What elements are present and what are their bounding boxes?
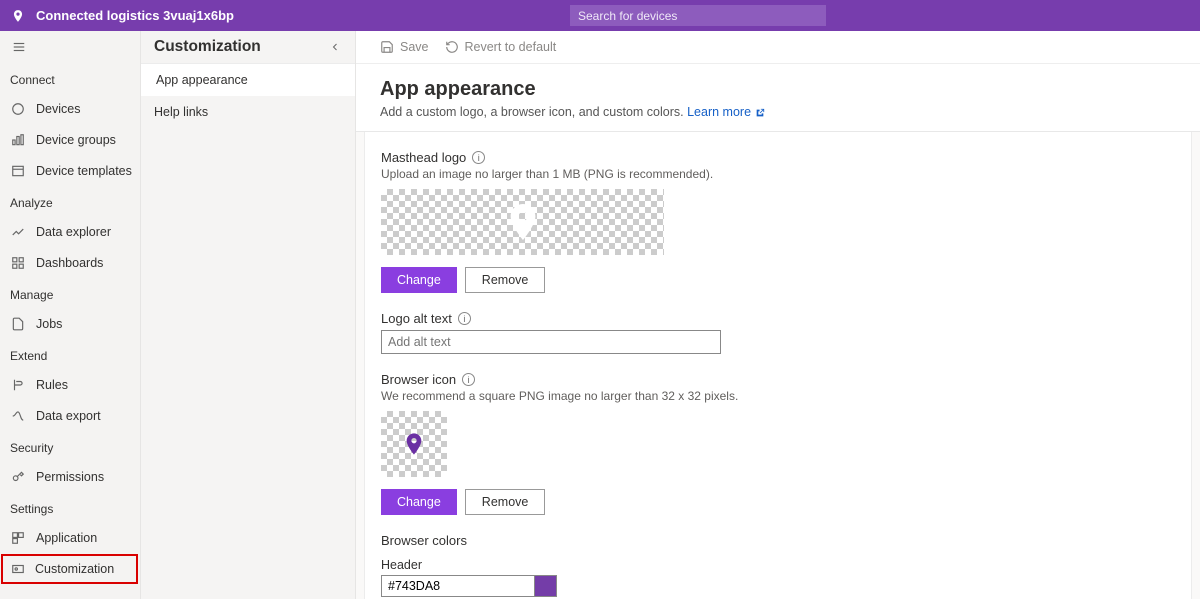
subnav-item-help-links[interactable]: Help links — [141, 96, 355, 128]
learn-more-label: Learn more — [687, 105, 751, 119]
browser-icon-hint: We recommend a square PNG image no large… — [381, 389, 1175, 403]
page-title: App appearance — [380, 78, 1176, 101]
search-wrap — [570, 5, 826, 26]
side-group-connect: Connect — [0, 63, 140, 93]
sidebar-item-devices[interactable]: Devices — [0, 93, 140, 124]
appearance-panel: Masthead logo i Upload an image no large… — [364, 131, 1192, 599]
sidebar-item-label: Application — [36, 531, 97, 545]
revert-icon — [445, 40, 459, 54]
app-location-icon — [8, 6, 28, 26]
learn-more-link[interactable]: Learn more — [687, 105, 764, 119]
masthead: Connected logistics 3vuaj1x6bp — [0, 0, 1200, 31]
data-export-icon — [10, 408, 26, 424]
device-groups-icon — [10, 132, 26, 148]
app-name: Connected logistics 3vuaj1x6bp — [36, 8, 234, 23]
side-group-settings: Settings — [0, 492, 140, 522]
sidebar-item-label: Jobs — [36, 317, 62, 331]
side-group-manage: Manage — [0, 278, 140, 308]
browser-icon-change-button[interactable]: Change — [381, 489, 457, 515]
browser-icon-remove-button[interactable]: Remove — [465, 489, 546, 515]
sidebar-item-device-templates[interactable]: Device templates — [0, 155, 140, 186]
masthead-remove-button[interactable]: Remove — [465, 267, 546, 293]
device-templates-icon — [10, 163, 26, 179]
devices-icon — [10, 101, 26, 117]
masthead-logo-preview — [381, 189, 664, 255]
header-color-label: Header — [381, 558, 1175, 572]
info-icon[interactable]: i — [462, 373, 475, 386]
info-icon[interactable]: i — [458, 312, 471, 325]
sidebar-item-label: Devices — [36, 102, 80, 116]
dashboards-icon — [10, 255, 26, 271]
sidebar-item-label: Data explorer — [36, 225, 111, 239]
masthead-logo-label: Masthead logo — [381, 150, 466, 165]
save-button[interactable]: Save — [380, 40, 429, 54]
browser-icon-label-row: Browser icon i — [381, 372, 1175, 387]
main: Save Revert to default App appearance Ad… — [356, 31, 1200, 599]
sidebar-item-label: Device groups — [36, 133, 116, 147]
revert-button[interactable]: Revert to default — [445, 40, 557, 54]
header-color-input[interactable] — [381, 575, 535, 597]
sidebar-item-dashboards[interactable]: Dashboards — [0, 247, 140, 278]
page-header: App appearance Add a custom logo, a brow… — [356, 64, 1200, 131]
subnav-item-label: App appearance — [156, 73, 248, 87]
search-input[interactable] — [570, 5, 826, 26]
sidebar-item-label: Dashboards — [36, 256, 103, 270]
sidebar-item-permissions[interactable]: Permissions — [0, 461, 140, 492]
page-description: Add a custom logo, a browser icon, and c… — [380, 105, 1176, 119]
browser-colors-label: Browser colors — [381, 533, 1175, 548]
side-group-security: Security — [0, 431, 140, 461]
side-group-extend: Extend — [0, 339, 140, 369]
sidebar-item-data-explorer[interactable]: Data explorer — [0, 216, 140, 247]
content-scroll[interactable]: Masthead logo i Upload an image no large… — [356, 131, 1200, 599]
collapse-subnav-button[interactable] — [325, 37, 345, 57]
external-link-icon — [755, 108, 765, 118]
sidebar-item-label: Rules — [36, 378, 68, 392]
subnav-title: Customization — [154, 38, 261, 56]
sidebar-item-data-export[interactable]: Data export — [0, 400, 140, 431]
rules-icon — [10, 377, 26, 393]
sidebar-item-label: Data export — [36, 409, 101, 423]
header-color-swatch[interactable] — [535, 575, 557, 597]
revert-label: Revert to default — [465, 40, 557, 54]
location-pin-icon — [509, 204, 537, 240]
sidebar-item-rules[interactable]: Rules — [0, 369, 140, 400]
subnav-item-label: Help links — [154, 105, 208, 119]
side-group-analyze: Analyze — [0, 186, 140, 216]
save-icon — [380, 40, 394, 54]
logo-alt-label-row: Logo alt text i — [381, 311, 1175, 326]
sidebar-item-application[interactable]: Application — [0, 522, 140, 553]
sidebar: Connect Devices Device groups Device tem… — [0, 31, 141, 599]
location-pin-icon — [406, 433, 422, 455]
info-icon[interactable]: i — [472, 151, 485, 164]
permissions-icon — [10, 469, 26, 485]
browser-icon-preview — [381, 411, 447, 477]
hamburger-button[interactable] — [0, 31, 140, 63]
subnav: Customization App appearance Help links — [141, 31, 356, 599]
sidebar-item-customization[interactable]: Customization — [1, 554, 138, 584]
subnav-item-app-appearance[interactable]: App appearance — [141, 64, 355, 96]
save-label: Save — [400, 40, 429, 54]
sidebar-item-jobs[interactable]: Jobs — [0, 308, 140, 339]
toolbar: Save Revert to default — [356, 31, 1200, 64]
logo-alt-input[interactable] — [381, 330, 721, 354]
browser-icon-label: Browser icon — [381, 372, 456, 387]
jobs-icon — [10, 316, 26, 332]
masthead-logo-label-row: Masthead logo i — [381, 150, 1175, 165]
header-color-row — [381, 575, 1175, 597]
subnav-title-row: Customization — [141, 31, 355, 64]
application-icon — [10, 530, 26, 546]
sidebar-item-label: Customization — [35, 562, 114, 576]
data-explorer-icon — [10, 224, 26, 240]
sidebar-item-label: Permissions — [36, 470, 104, 484]
customization-icon — [11, 562, 25, 576]
logo-alt-label: Logo alt text — [381, 311, 452, 326]
sidebar-item-label: Device templates — [36, 164, 132, 178]
page-desc-text: Add a custom logo, a browser icon, and c… — [380, 105, 684, 119]
masthead-logo-hint: Upload an image no larger than 1 MB (PNG… — [381, 167, 1175, 181]
sidebar-item-device-groups[interactable]: Device groups — [0, 124, 140, 155]
masthead-change-button[interactable]: Change — [381, 267, 457, 293]
